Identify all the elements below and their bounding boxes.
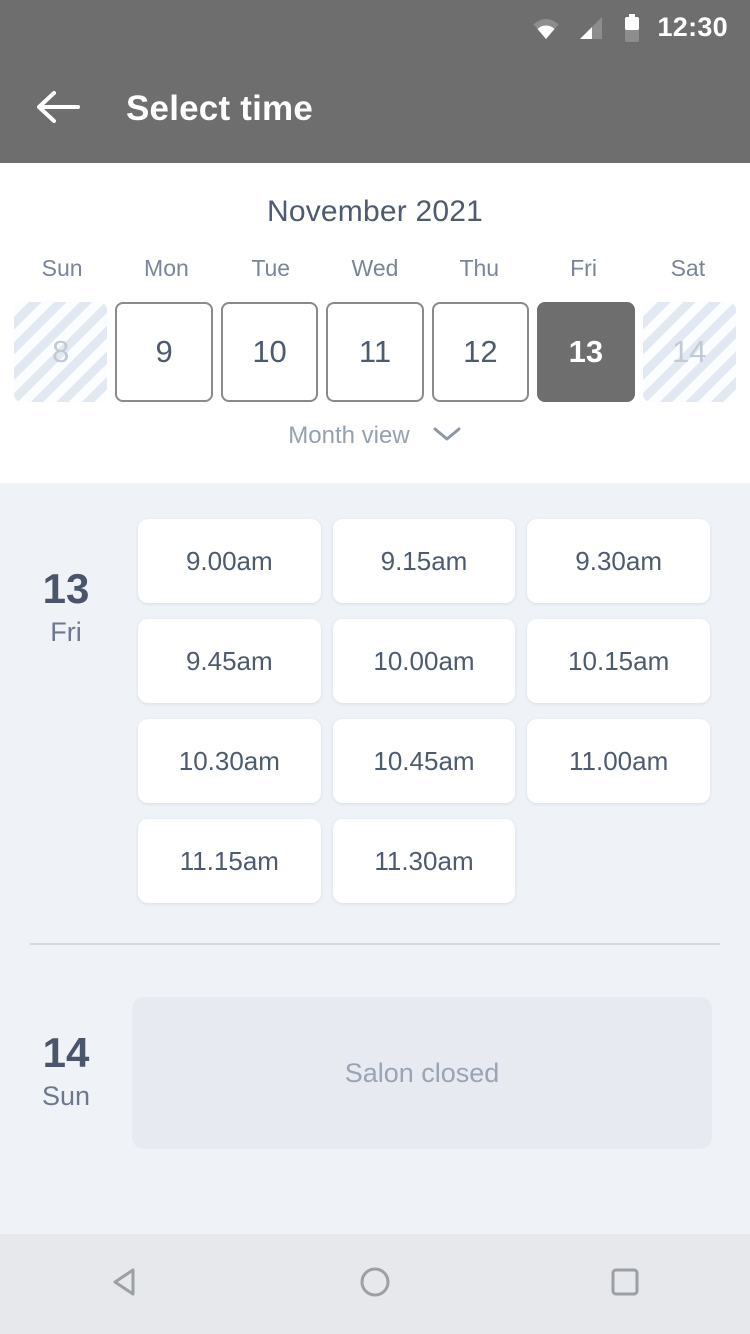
nav-recents-button[interactable] — [565, 1234, 685, 1334]
nav-home-button[interactable] — [315, 1234, 435, 1334]
day-header: Fri — [570, 255, 597, 281]
chevron-down-icon — [432, 425, 462, 448]
schedule-day-label: 14 Sun — [0, 997, 132, 1149]
calendar-day-11[interactable]: 11 — [326, 302, 424, 402]
calendar-day-14: 14 — [642, 302, 736, 402]
time-slot: 9.30am — [521, 511, 716, 611]
calendar-day-8: 8 — [14, 302, 108, 402]
time-slot: 10.45am — [327, 711, 522, 811]
calendar-day-10[interactable]: 10 — [220, 302, 319, 402]
time-slot: 10.15am — [521, 611, 716, 711]
month-view-label: Month view — [288, 422, 410, 449]
time-slot-button[interactable]: 10.15am — [527, 619, 710, 703]
time-slot: 9.15am — [327, 511, 522, 611]
schedule-day-number: 13 — [42, 565, 90, 612]
day-header: Mon — [144, 255, 189, 281]
arrow-left-icon — [36, 90, 80, 129]
time-slot: 9.00am — [132, 511, 327, 611]
nav-back-button[interactable] — [65, 1234, 185, 1334]
calendar-day-13[interactable]: 13 — [537, 302, 635, 402]
home-circle-icon — [356, 1263, 394, 1306]
day-header: Thu — [459, 255, 500, 281]
time-slot-button[interactable]: 11.00am — [527, 719, 710, 803]
time-slot: 9.45am — [132, 611, 327, 711]
wifi-icon — [531, 15, 561, 41]
time-slot: 11.00am — [521, 711, 716, 811]
schedule-list: 13 Fri 9.00am 9.15am 9.30am 9.45am 10.00… — [0, 483, 750, 1234]
time-slot-grid: 9.00am 9.15am 9.30am 9.45am 10.00am 10.1… — [132, 511, 750, 911]
time-slot: 11.15am — [132, 811, 327, 911]
recents-square-icon — [606, 1263, 644, 1306]
back-button[interactable] — [8, 59, 108, 159]
back-triangle-icon — [106, 1263, 144, 1306]
schedule-day-name: Fri — [50, 617, 82, 648]
calendar-day-headers: Sun Mon Tue Wed Thu Fri Sat — [0, 255, 750, 282]
salon-closed-banner: Salon closed — [132, 997, 712, 1149]
status-bar: 12:30 — [0, 0, 750, 55]
status-bar-icons — [531, 13, 641, 42]
calendar-day-12[interactable]: 12 — [431, 302, 530, 402]
time-slot-button[interactable]: 9.45am — [138, 619, 321, 703]
signal-icon — [579, 15, 605, 41]
schedule-day-name: Sun — [41, 1081, 91, 1112]
month-view-toggle[interactable]: Month view — [0, 422, 750, 450]
calendar-month-title: November 2021 — [266, 195, 484, 228]
day-header: Sun — [41, 255, 83, 281]
time-slot-button[interactable]: 10.30am — [138, 719, 321, 803]
calendar-day-9[interactable]: 9 — [115, 302, 213, 402]
time-slot-button[interactable]: 9.15am — [332, 519, 516, 603]
schedule-day-number: 14 — [42, 1029, 90, 1076]
time-slot-button[interactable]: 10.00am — [332, 619, 516, 703]
time-slot-button[interactable]: 9.30am — [527, 519, 710, 603]
page-title: Select time — [126, 89, 314, 128]
screen-root: 12:30 Select time November 2021 Sun Mon … — [0, 0, 750, 1334]
day-header: Sat — [670, 255, 706, 281]
schedule-day-14: 14 Sun Salon closed — [0, 945, 750, 1149]
day-header: Wed — [351, 255, 399, 281]
day-header: Tue — [251, 255, 291, 281]
calendar-days-row: 8 9 10 11 12 13 14 — [0, 302, 750, 402]
time-slot-button[interactable]: 10.45am — [332, 719, 516, 803]
time-slot-button[interactable]: 9.00am — [138, 519, 321, 603]
time-slot: 10.00am — [327, 611, 522, 711]
time-slot-button[interactable]: 11.15am — [138, 819, 321, 903]
battery-icon — [623, 13, 641, 42]
schedule-day-label: 13 Fri — [0, 511, 132, 911]
calendar-panel: November 2021 Sun Mon Tue Wed Thu Fri Sa… — [0, 163, 750, 483]
time-slot: 11.30am — [327, 811, 522, 911]
time-slot-button[interactable]: 11.30am — [332, 819, 516, 903]
app-bar: Select time — [0, 55, 750, 163]
status-bar-clock: 12:30 — [657, 12, 728, 42]
android-nav-bar — [0, 1234, 750, 1334]
schedule-day-13: 13 Fri 9.00am 9.15am 9.30am 9.45am 10.00… — [0, 483, 750, 911]
time-slot: 10.30am — [132, 711, 327, 811]
